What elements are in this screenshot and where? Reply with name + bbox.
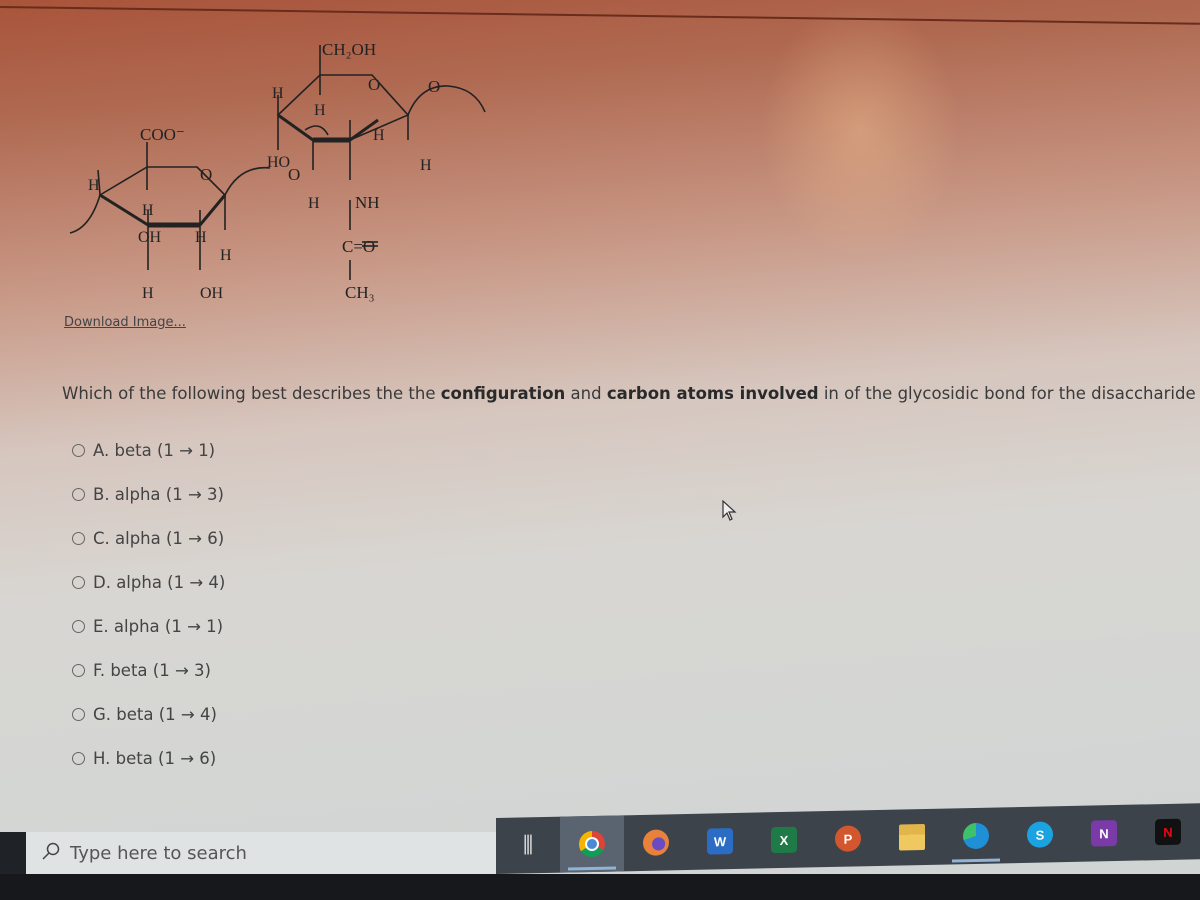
task-view-icon: ⫼	[522, 832, 534, 858]
h-label: H	[373, 127, 385, 144]
active-indicator	[568, 866, 616, 871]
taskbar-powerpoint[interactable]: P	[816, 810, 880, 867]
onenote-icon: N	[1091, 819, 1117, 847]
taskbar-search-box[interactable]: Type here to search	[26, 832, 496, 874]
answer-options: A. beta (1 → 1) B. alpha (1 → 3) C. alph…	[72, 428, 225, 780]
taskbar-file-explorer[interactable]	[880, 809, 944, 866]
option-label: E. alpha (1 → 1)	[93, 616, 224, 636]
option-label: B. alpha (1 → 3)	[93, 484, 224, 504]
option-label: H. beta (1 → 6)	[93, 748, 217, 768]
option-c[interactable]: C. alpha (1 → 6)	[72, 516, 225, 560]
radio-button[interactable]	[72, 531, 85, 545]
question-emphasis: configuration	[440, 384, 566, 403]
option-e[interactable]: E. alpha (1 → 1)	[72, 604, 225, 648]
search-icon	[42, 842, 60, 865]
option-label: F. beta (1 → 3)	[93, 660, 211, 680]
taskbar-apps: ⫼ W X P S N N	[496, 803, 1200, 874]
radio-button[interactable]	[72, 707, 85, 721]
taskbar-skype[interactable]: S	[1008, 806, 1072, 863]
option-label: A. beta (1 → 1)	[93, 440, 216, 460]
hydroxyl-label-2: OH	[138, 229, 162, 246]
monitor-edge	[0, 6, 1200, 25]
open-indicator	[952, 858, 1000, 863]
monitor-bezel	[0, 874, 1200, 900]
edge-icon	[963, 822, 989, 850]
h-label: H	[88, 177, 100, 194]
h-label: H	[308, 195, 320, 212]
carboxylate-label: COO⁻	[140, 125, 185, 144]
question-part: in of the glycosidic bond for the disacc…	[818, 384, 1200, 403]
mouse-pointer-icon	[722, 499, 738, 526]
radio-button[interactable]	[72, 443, 85, 457]
h-label: H	[195, 229, 207, 246]
taskbar-word[interactable]: W	[688, 813, 752, 870]
h-label: H	[220, 247, 232, 264]
download-image-link[interactable]: Download Image...	[64, 315, 186, 330]
screen-glare	[760, 0, 960, 260]
taskbar-firefox[interactable]	[624, 814, 688, 871]
ring-oxygen-label-left: O	[200, 165, 212, 184]
question-text: Which of the following best describes th…	[62, 384, 1200, 403]
radio-button[interactable]	[72, 663, 85, 677]
word-icon: W	[707, 828, 733, 855]
option-d[interactable]: D. alpha (1 → 4)	[72, 560, 225, 604]
question-emphasis: carbon atoms involved	[606, 384, 819, 403]
radio-button[interactable]	[72, 751, 85, 765]
option-a[interactable]: A. beta (1 → 1)	[72, 428, 225, 472]
option-label: G. beta (1 → 4)	[93, 704, 217, 724]
taskbar-edge[interactable]	[944, 807, 1008, 864]
taskbar-netflix[interactable]: N	[1136, 803, 1200, 860]
h-label: H	[142, 202, 154, 219]
radio-button[interactable]	[72, 487, 85, 501]
radio-button[interactable]	[72, 619, 85, 633]
h-label: H	[314, 102, 326, 119]
ring-oxygen-label: O	[368, 75, 380, 94]
option-f[interactable]: F. beta (1 → 3)	[72, 648, 225, 692]
option-label: D. alpha (1 → 4)	[93, 572, 226, 592]
hydroxyl-label-3: OH	[200, 285, 224, 302]
h-label: H	[272, 85, 284, 102]
taskbar-chrome[interactable]	[560, 815, 624, 873]
excel-icon: X	[771, 826, 797, 854]
linkage-oxygen-label: O	[428, 77, 440, 96]
question-part: and	[565, 384, 607, 403]
firefox-icon	[643, 829, 669, 856]
h-label: H	[142, 285, 154, 302]
hydroxyl-label: HO	[267, 154, 290, 171]
skype-icon: S	[1027, 821, 1053, 848]
nh-label: NH	[355, 193, 380, 212]
taskbar-excel[interactable]: X	[752, 811, 816, 868]
question-part: Which of the following best describes th…	[62, 384, 441, 403]
search-placeholder: Type here to search	[70, 842, 247, 864]
folder-icon	[899, 824, 925, 851]
powerpoint-icon: P	[835, 825, 861, 852]
methyl-label: CH₃	[345, 283, 375, 302]
option-label: C. alpha (1 → 6)	[93, 528, 225, 548]
option-b[interactable]: B. alpha (1 → 3)	[72, 472, 225, 516]
h-label: H	[420, 157, 432, 174]
chrome-icon	[579, 830, 605, 858]
carbonyl-label: C=O	[342, 237, 375, 256]
start-button[interactable]	[0, 832, 26, 874]
option-g[interactable]: G. beta (1 → 4)	[72, 692, 225, 736]
disaccharide-structure-image: CH₂OH O O COO⁻ O O HO NH C=O CH₃ OH OH H…	[60, 30, 540, 310]
netflix-icon: N	[1155, 818, 1181, 846]
option-h[interactable]: H. beta (1 → 6)	[72, 736, 225, 780]
ch2oh-label: CH₂OH	[322, 40, 376, 59]
task-view-button[interactable]: ⫼	[496, 817, 560, 874]
taskbar-onenote[interactable]: N	[1072, 805, 1136, 862]
radio-button[interactable]	[72, 575, 85, 589]
